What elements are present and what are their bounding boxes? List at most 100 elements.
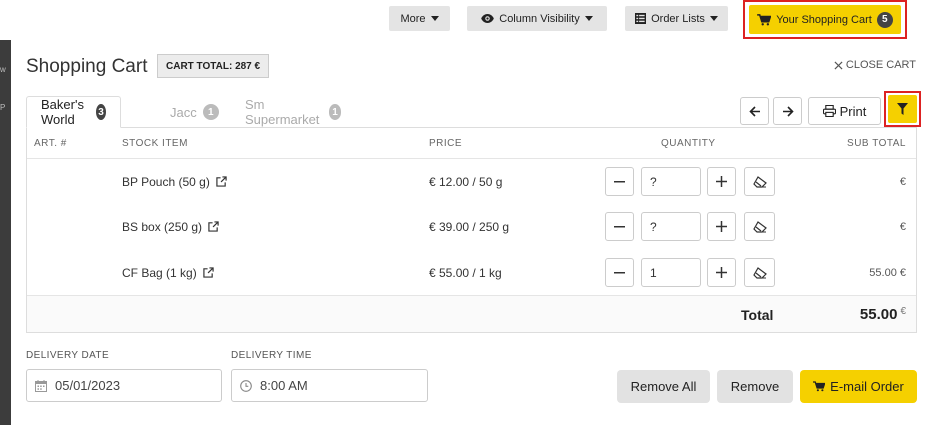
delivery-time-value: 8:00 AM <box>260 378 308 393</box>
close-icon <box>834 60 843 70</box>
tab-sm-supermarket[interactable]: Sm Supermarket 1 <box>231 96 355 128</box>
eraser-icon <box>752 175 767 188</box>
arrow-right-icon <box>782 105 794 117</box>
quantity-input[interactable]: ? <box>641 212 701 241</box>
caret-down-icon <box>584 16 593 21</box>
minus-icon <box>614 271 625 273</box>
email-order-button[interactable]: E-mail Order <box>800 370 917 403</box>
table-row: BP Pouch (50 g) € 12.00 / 50 g ? € <box>27 159 916 204</box>
price-cell: € 12.00 / 50 g <box>429 174 503 189</box>
decrease-quantity-button[interactable] <box>605 258 634 287</box>
filter-button[interactable] <box>888 95 917 123</box>
increase-quantity-button[interactable] <box>707 167 736 196</box>
total-label: Total <box>741 307 774 323</box>
previous-button[interactable] <box>740 97 769 125</box>
close-cart-button[interactable]: CLOSE CART <box>834 59 916 71</box>
remove-all-button[interactable]: Remove All <box>617 370 710 403</box>
total-value: 55.00 € <box>860 306 906 323</box>
external-link-icon[interactable] <box>216 176 227 187</box>
price-cell: € 55.00 / 1 kg <box>429 265 502 280</box>
tab-count-badge: 1 <box>328 104 342 120</box>
delivery-time-label: DELIVERY TIME <box>231 350 312 361</box>
column-visibility-button[interactable]: Column Visibility <box>467 6 607 31</box>
total-currency: € <box>900 306 906 317</box>
eraser-icon <box>752 220 767 233</box>
background-text-fragment: P <box>0 103 6 112</box>
tab-bakers-world[interactable]: Baker's World 3 <box>26 96 121 128</box>
close-cart-label: CLOSE CART <box>845 59 916 71</box>
cart-label: Your Shopping Cart <box>776 13 872 26</box>
delivery-date-label: DELIVERY DATE <box>26 350 110 361</box>
caret-down-icon <box>709 16 718 21</box>
price-cell: € 39.00 / 250 g <box>429 219 510 234</box>
delivery-date-field[interactable]: 05/01/2023 <box>26 369 222 402</box>
table-row: BS box (250 g) € 39.00 / 250 g ? € <box>27 204 916 249</box>
total-amount: 55.00 <box>859 306 898 323</box>
page-title: Shopping Cart <box>26 56 148 77</box>
table-footer: Total 55.00 € <box>27 295 916 332</box>
filter-highlight <box>884 91 921 127</box>
external-link-icon[interactable] <box>203 267 214 278</box>
clock-icon <box>240 379 252 392</box>
col-quantity: QUANTITY <box>661 138 716 149</box>
column-visibility-label: Column Visibility <box>499 12 580 25</box>
cart-table: ART. # STOCK ITEM PRICE QUANTITY SUB TOT… <box>26 127 917 333</box>
print-button[interactable]: Print <box>808 97 881 125</box>
col-price: PRICE <box>429 138 463 149</box>
subtotal-cell: € <box>899 175 906 188</box>
decrease-quantity-button[interactable] <box>605 212 634 241</box>
increase-quantity-button[interactable] <box>707 258 736 287</box>
subtotal-cell: 55.00 € <box>869 266 906 279</box>
col-art: ART. # <box>34 138 67 149</box>
table-row: CF Bag (1 kg) € 55.00 / 1 kg 1 55.00 € <box>27 250 916 295</box>
remove-button[interactable]: Remove <box>717 370 793 403</box>
tab-label: Jacc <box>170 104 197 120</box>
print-icon <box>822 105 836 117</box>
filter-icon <box>897 103 908 115</box>
cart-total-badge: CART TOTAL: 287 € <box>157 54 270 78</box>
col-sub-total: SUB TOTAL <box>847 138 906 149</box>
stock-item-name: BP Pouch (50 g) <box>122 174 210 189</box>
stock-item-name: BS box (250 g) <box>122 219 203 234</box>
minus-icon <box>614 180 625 182</box>
email-order-label: E-mail Order <box>830 379 904 394</box>
table-header: ART. # STOCK ITEM PRICE QUANTITY SUB TOT… <box>27 128 916 159</box>
top-toolbar: More Column Visibility Order Lists Your … <box>0 0 928 40</box>
stock-item-cell: BP Pouch (50 g) <box>122 159 227 204</box>
more-label: More <box>400 12 426 25</box>
tab-label: Baker's World <box>41 97 84 127</box>
clear-quantity-button[interactable] <box>744 258 775 287</box>
your-shopping-cart-button[interactable]: Your Shopping Cart 5 <box>749 5 901 34</box>
external-link-icon[interactable] <box>208 221 219 232</box>
stock-item-cell: CF Bag (1 kg) <box>122 250 214 295</box>
order-lists-label: Order Lists <box>651 12 705 25</box>
calendar-icon <box>35 379 47 392</box>
quantity-input[interactable]: 1 <box>641 258 701 287</box>
clear-quantity-button[interactable] <box>744 167 775 196</box>
plus-icon <box>716 176 727 187</box>
delivery-time-field[interactable]: 8:00 AM <box>231 369 428 402</box>
cart-count-badge: 5 <box>876 11 893 28</box>
tab-jacc[interactable]: Jacc 1 <box>156 96 233 128</box>
eraser-icon <box>752 266 767 279</box>
col-stock-item: STOCK ITEM <box>122 138 188 149</box>
tab-count-badge: 1 <box>202 104 219 120</box>
print-label: Print <box>839 103 867 119</box>
decrease-quantity-button[interactable] <box>605 167 634 196</box>
minus-icon <box>614 225 625 227</box>
tab-label: Sm Supermarket <box>245 97 320 127</box>
quantity-input[interactable]: ? <box>641 167 701 196</box>
order-lists-button[interactable]: Order Lists <box>625 6 728 31</box>
more-button[interactable]: More <box>389 6 450 31</box>
cart-highlight: Your Shopping Cart 5 <box>743 0 907 39</box>
caret-down-icon <box>430 16 439 21</box>
arrow-left-icon <box>748 105 760 117</box>
next-button[interactable] <box>773 97 802 125</box>
stock-item-name: CF Bag (1 kg) <box>122 265 197 280</box>
cart-icon <box>757 13 772 25</box>
increase-quantity-button[interactable] <box>707 212 736 241</box>
cart-icon <box>813 381 826 392</box>
clear-quantity-button[interactable] <box>744 212 775 241</box>
list-icon <box>635 13 647 24</box>
shopping-cart-panel: Shopping Cart CART TOTAL: 287 € CLOSE CA… <box>11 40 928 425</box>
